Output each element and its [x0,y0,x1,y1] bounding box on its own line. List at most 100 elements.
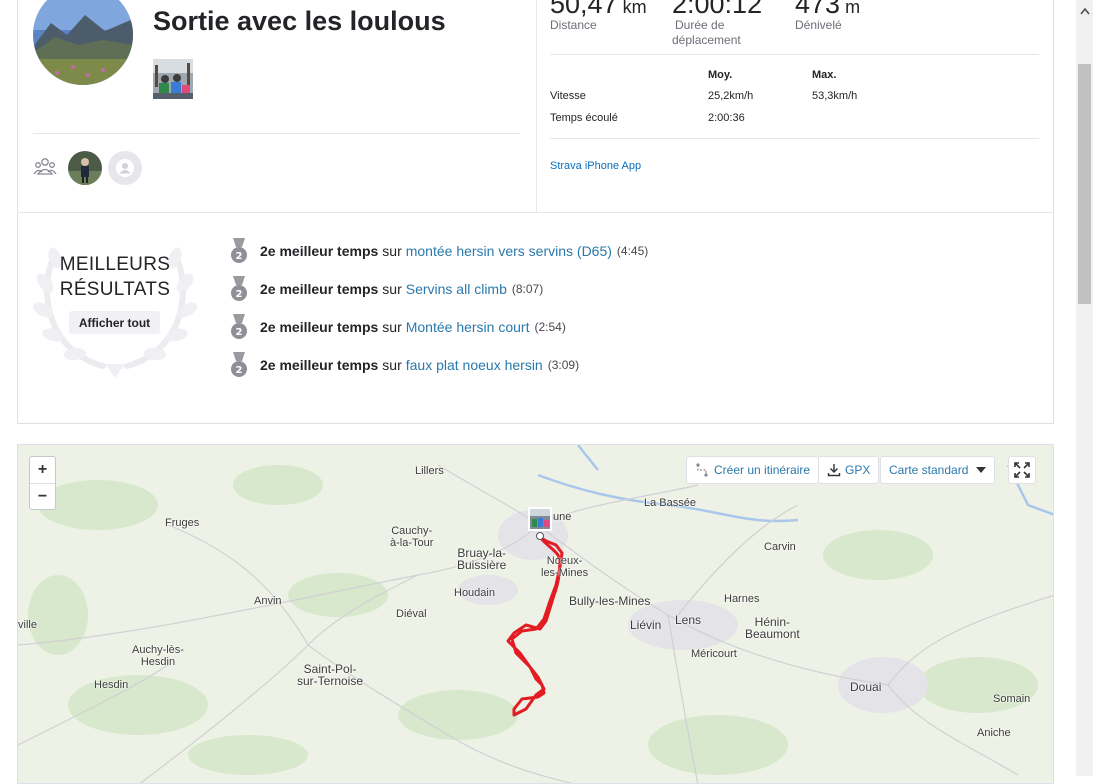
map-type-select[interactable]: Carte standard [880,456,996,484]
zoom-out-button[interactable]: − [30,483,55,509]
elapsed-time-avg: 2:00:36 [708,112,745,124]
best-results-title-line2: RÉSULTATS [59,279,171,300]
achievement-row: 2 2e meilleur temps sur Montée hersin co… [230,314,566,340]
achievement-connector: sur [382,319,402,335]
medal-rank: 2 [236,251,243,262]
place-label: Méricourt [691,648,737,660]
segment-link[interactable]: Servins all climb [406,281,507,297]
zoom-in-button[interactable]: + [30,457,55,483]
place-label-line: Cauchy- [391,525,433,537]
scrollbar-thumb[interactable] [1078,64,1091,304]
achievement-row: 2 2e meilleur temps sur faux plat noeux … [230,352,579,378]
place-label-multiline: Bruay-la- Buissière [457,547,506,571]
place-label: Liévin [630,618,662,632]
download-icon [827,464,841,477]
place-label: La Bassée [644,497,696,509]
scroll-up-button[interactable] [1076,0,1093,22]
place-label: Bully-les-Mines [569,594,651,608]
distance-value: 50,47 [550,0,618,19]
divider [550,138,1039,139]
achievement-connector: sur [382,243,402,259]
segment-time: (8:07) [511,282,544,296]
segment-link[interactable]: faux plat noeux hersin [406,357,543,373]
participant-avatar[interactable] [68,151,102,185]
create-route-button[interactable]: Créer un itinéraire [686,456,820,484]
participant-avatar-placeholder[interactable] [108,151,142,185]
place-label: Lens [675,613,702,627]
place-label: une [553,511,572,523]
place-label-multiline: Cauchy-à-la-Tour [390,525,433,549]
place-label-line: à-la-Tour [390,537,434,549]
place-label: Diéval [396,608,427,620]
place-label: Anvin [254,595,282,607]
segment-link[interactable]: Montée hersin court [406,319,530,335]
best-results-title-line1: MEILLEURS [59,254,171,275]
distance-label: Distance [550,18,597,32]
distance-unit: km [622,0,647,17]
create-route-label: Créer un itinéraire [714,463,811,477]
achievement-rank-text: 2e meilleur temps [260,281,379,297]
elapsed-time-label: Temps écoulé [550,112,618,124]
map-type-label: Carte standard [889,463,969,477]
achievement-rank-text: 2e meilleur temps [260,319,379,335]
best-results-title: MEILLEURS RÉSULTATS [40,252,190,302]
silver-medal-icon: 2 [231,352,247,377]
segment-link[interactable]: montée hersin vers servins (D65) [406,243,612,259]
place-label-line: Hesdin [140,656,176,668]
place-label-line: les-Mines [541,567,589,579]
place-label: Aniche [977,727,1011,739]
medal-rank: 2 [236,327,243,338]
achievement-rank-text: 2e meilleur temps [260,243,379,259]
chevron-up-icon [1079,7,1090,14]
place-label: Hesdin [94,679,129,691]
place-label-line: Auchy-lès- [132,644,184,656]
distance-stat: 50,47 km [550,0,647,18]
speed-avg: 25,2km/h [708,90,754,102]
divider [17,212,1054,213]
table-header-avg: Moy. [708,69,733,81]
device-link[interactable]: Strava iPhone App [550,160,641,172]
divider [536,0,537,212]
place-label-line: Beaumont [745,627,800,641]
group-icon[interactable] [33,157,57,177]
elevation-label: Dénivelé [795,18,842,32]
chevron-down-icon [976,467,987,473]
achievement-connector: sur [382,281,402,297]
achievement-row: 2 2e meilleur temps sur Servins all clim… [230,276,543,302]
place-label-multiline: Noeux-les-Mines [541,555,588,579]
segment-time: (2:54) [534,320,566,334]
medal-rank: 2 [236,289,243,300]
elevation-unit: m [845,0,861,17]
elevation-stat: 473 m [795,0,860,18]
show-all-button[interactable]: Afficher tout [69,311,160,334]
zoom-control: + − [29,456,56,510]
divider [550,54,1039,55]
activity-map[interactable]: Lillers une La Bassée Fruges Cauchy-à-la… [17,444,1054,784]
map-canvas[interactable] [18,445,1054,784]
elevation-value: 473 [795,0,841,19]
achievement-rank-text: 2e meilleur temps [260,357,379,373]
activity-photo-thumbnail[interactable] [153,59,193,99]
gpx-download-button[interactable]: GPX [818,456,880,484]
activity-title: Sortie avec les loulous [153,6,446,36]
place-label: Harnes [724,593,760,605]
table-header-max: Max. [812,69,837,81]
place-label-multiline: Hénin- Beaumont [745,616,800,640]
duration-label-line2: déplacement [672,33,741,47]
place-label: Lillers [415,465,444,477]
achievement-row: 2 2e meilleur temps sur montée hersin ve… [230,238,648,264]
place-label-multiline: Saint-Pol-sur-Ternoise [297,663,363,687]
silver-medal-icon: 2 [231,276,247,301]
place-label: Fruges [165,517,200,529]
medal-rank: 2 [236,365,243,376]
fullscreen-button[interactable] [1008,456,1036,484]
route-icon [696,463,708,477]
speed-max: 53,3km/h [812,90,858,102]
place-label: Carvin [764,541,796,553]
segment-time: (3:09) [547,358,580,372]
fullscreen-icon [1014,462,1030,478]
duration-value: 2:00:12 [672,0,763,19]
speed-label: Vitesse [550,90,586,102]
gpx-label: GPX [845,463,871,477]
place-label-multiline: Auchy-lès- Hesdin [132,644,184,668]
